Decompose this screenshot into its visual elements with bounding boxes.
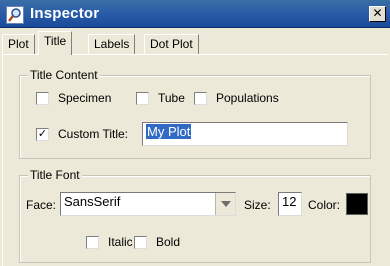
size-label: Size:	[244, 198, 271, 212]
custom-title-value: My Plot	[146, 124, 192, 139]
custom-title-label: Custom Title:	[58, 127, 129, 141]
specimen-label: Specimen	[58, 91, 112, 105]
close-icon: ✕	[372, 6, 383, 20]
tube-checkbox[interactable]	[136, 92, 149, 105]
face-dropdown[interactable]: SansSerif	[60, 192, 236, 216]
group-title-font-legend: Title Font	[28, 168, 82, 182]
tube-label: Tube	[158, 91, 185, 105]
tab-panel-title: Title Content Specimen Tube Populations …	[2, 54, 388, 266]
italic-checkbox[interactable]	[86, 236, 99, 249]
tab-title[interactable]: Title	[38, 31, 73, 55]
size-input[interactable]: 12	[278, 192, 302, 216]
tab-bar: Plot Title Labels Dot Plot	[0, 30, 390, 55]
tab-labels[interactable]: Labels	[88, 34, 136, 54]
italic-label: Italic	[108, 235, 133, 249]
populations-checkbox[interactable]	[194, 92, 207, 105]
size-value: 12	[282, 194, 297, 209]
group-title-content-legend: Title Content	[28, 68, 100, 82]
bold-checkbox[interactable]	[134, 236, 147, 249]
window-title: Inspector	[30, 5, 100, 22]
face-value: SansSerif	[64, 194, 121, 209]
close-button[interactable]: ✕	[369, 6, 386, 22]
specimen-checkbox[interactable]	[36, 92, 49, 105]
color-swatch[interactable]	[346, 193, 368, 215]
populations-label: Populations	[216, 91, 279, 105]
tab-plot[interactable]: Plot	[2, 34, 35, 54]
tab-dot-plot[interactable]: Dot Plot	[144, 34, 199, 54]
chevron-down-icon[interactable]	[215, 193, 235, 215]
custom-title-checkbox[interactable]: ✓	[36, 128, 49, 141]
face-label: Face:	[26, 198, 57, 212]
custom-title-input[interactable]: My Plot	[142, 122, 348, 146]
title-content-group: Title Content Specimen Tube Populations …	[19, 68, 371, 159]
title-font-group: Title Font Face: SansSerif Size: 12 Colo…	[19, 168, 371, 263]
magnifier-icon	[6, 6, 24, 24]
bold-label: Bold	[156, 235, 181, 249]
title-bar: Inspector ✕	[0, 0, 390, 28]
color-label: Color:	[308, 198, 341, 212]
